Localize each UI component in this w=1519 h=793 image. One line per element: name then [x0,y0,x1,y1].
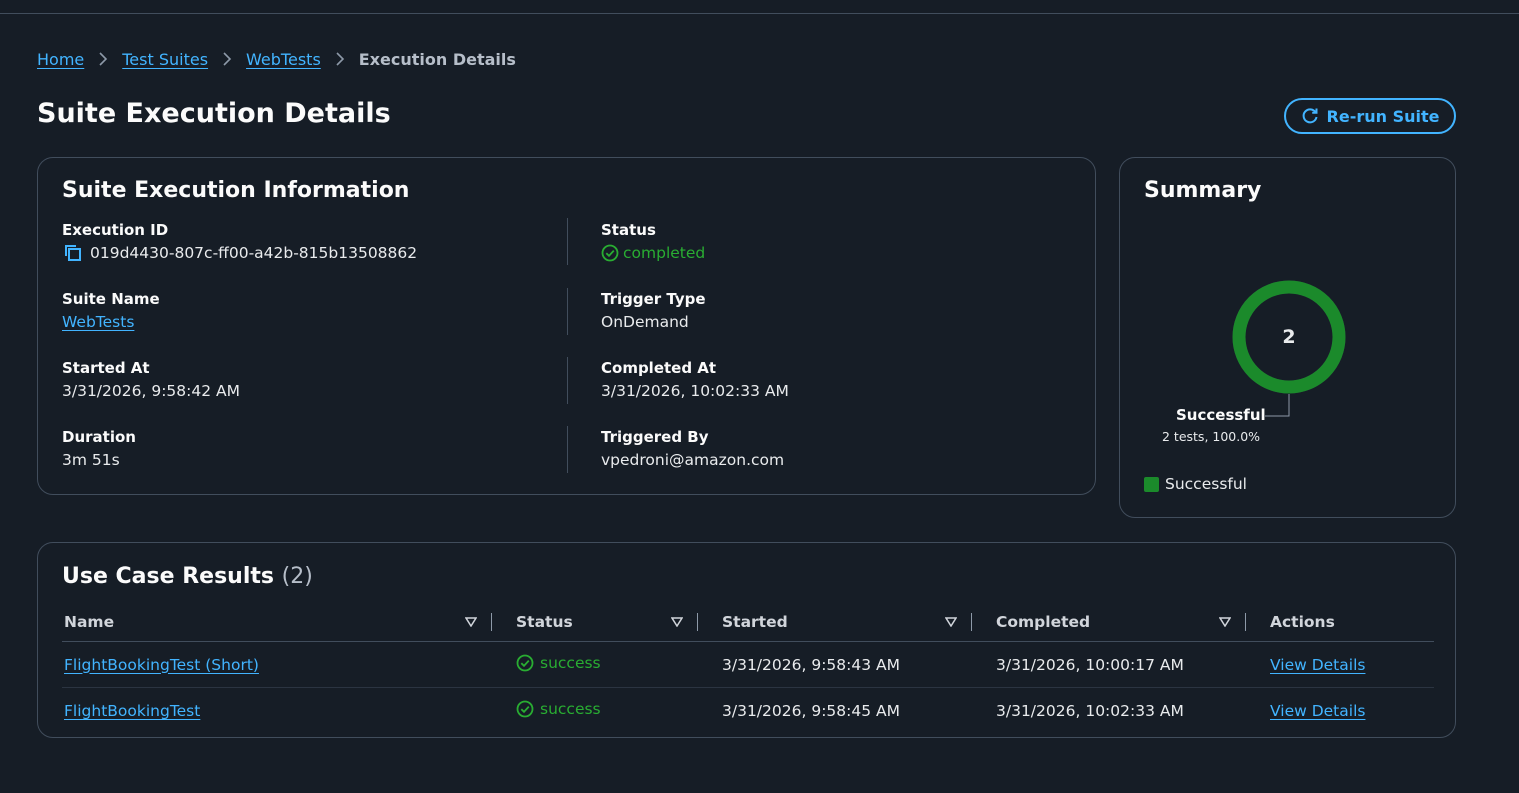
check-circle-icon [516,700,534,718]
cell-status: success [494,688,700,734]
status-text: success [540,699,601,718]
column-header-actions: Actions [1248,602,1434,642]
results-table: Name Status Started Completed Actions Fl… [62,602,1434,734]
execution-id-field: Execution ID 019d4430-807c-ff00-a42b-815… [62,219,417,265]
top-divider [0,13,1519,14]
suite-name-link[interactable]: WebTests [62,310,134,334]
column-divider [567,288,568,335]
view-details-link[interactable]: View Details [1270,702,1365,720]
chart-legend: Successful [1144,475,1247,493]
suite-name-label: Suite Name [62,290,160,308]
rerun-suite-button[interactable]: Re-run Suite [1284,98,1456,134]
chevron-right-icon [222,52,232,66]
sort-caret-icon[interactable] [671,616,683,627]
status-field: Status completed [601,219,705,265]
cell-name: FlightBookingTest [62,688,494,734]
cell-completed: 3/31/2026, 10:00:17 AM [974,641,1248,688]
column-divider [567,357,568,404]
cell-name: FlightBookingTest (Short) [62,641,494,688]
column-resizer[interactable] [1245,612,1246,631]
legend-swatch [1144,476,1159,492]
execution-info-title: Suite Execution Information [62,178,410,203]
results-count: (2) [281,564,313,589]
breadcrumb-test-suites[interactable]: Test Suites [122,50,208,69]
view-details-link[interactable]: View Details [1270,656,1365,674]
execution-id-label: Execution ID [62,221,169,239]
column-header-completed[interactable]: Completed [974,602,1248,642]
breadcrumb-webtests[interactable]: WebTests [246,50,321,69]
completed-at-field: Completed At 3/31/2026, 10:02:33 AM [601,357,789,403]
use-case-link[interactable]: FlightBookingTest [64,702,200,720]
results-title-text: Use Case Results [62,564,274,589]
column-header-started[interactable]: Started [700,602,974,642]
status-text: success [540,653,601,672]
results-title: Use Case Results (2) [62,564,313,589]
column-header-name[interactable]: Name [62,602,494,642]
execution-id-value: 019d4430-807c-ff00-a42b-815b13508862 [90,244,418,262]
cell-started: 3/31/2026, 9:58:45 AM [722,701,900,720]
breadcrumb-home[interactable]: Home [37,50,84,69]
summary-segment-label: Successful [1176,406,1266,424]
triggered-by-field: Triggered By vpedroni@amazon.com [601,426,784,472]
trigger-type-label: Trigger Type [601,290,706,308]
completed-at-value: 3/31/2026, 10:02:33 AM [601,382,789,400]
summary-segment-detail: 2 tests, 100.0% [1162,429,1261,444]
triggered-by-value: vpedroni@amazon.com [601,451,785,469]
cell-started: 3/31/2026, 9:58:43 AM [700,641,974,688]
cell-actions: View Details [1248,688,1434,734]
summary-panel: Summary 2 Successful 2 tests, 100.0% Suc… [1119,157,1456,518]
column-header-status[interactable]: Status [494,602,700,642]
trigger-type-value: OnDemand [601,313,689,331]
column-resizer[interactable] [971,612,972,631]
suite-name-field: Suite Name WebTests [62,288,160,334]
table-row: FlightBookingTest success 3/31/2026, 9:5… [62,688,1434,734]
refresh-icon [1301,107,1319,125]
execution-info-panel: Suite Execution Information Execution ID… [37,157,1096,495]
check-circle-icon [601,244,619,262]
donut-chart: 2 [1230,278,1348,396]
cell-actions: View Details [1248,641,1434,688]
sort-caret-icon[interactable] [1219,616,1231,627]
column-resizer[interactable] [491,612,492,631]
status-value: completed [623,244,706,262]
legend-label[interactable]: Successful [1165,475,1247,493]
triggered-by-label: Triggered By [601,428,709,446]
breadcrumb: Home Test Suites WebTests Execution Deta… [37,47,516,71]
summary-title: Summary [1144,178,1262,203]
page-title: Suite Execution Details [37,98,391,129]
duration-label: Duration [62,428,136,446]
cell-completed: 3/31/2026, 10:02:33 AM [996,701,1184,720]
sort-caret-icon[interactable] [945,616,957,627]
sort-caret-icon[interactable] [465,616,477,627]
copy-icon[interactable] [62,244,82,262]
completed-at-label: Completed At [601,359,717,377]
trigger-type-field: Trigger Type OnDemand [601,288,706,334]
column-divider [567,218,568,265]
cell-status: success [494,641,700,688]
use-case-link[interactable]: FlightBookingTest (Short) [64,656,259,674]
breadcrumb-current: Execution Details [358,49,516,69]
started-at-field: Started At 3/31/2026, 9:58:42 AM [62,357,240,403]
duration-field: Duration 3m 51s [62,426,136,472]
column-divider [567,426,568,473]
started-at-label: Started At [62,359,150,377]
chevron-right-icon [335,52,345,66]
column-resizer[interactable] [697,612,698,631]
started-at-value: 3/31/2026, 9:58:42 AM [62,382,240,400]
check-circle-icon [516,654,534,672]
duration-value: 3m 51s [62,451,120,469]
chevron-right-icon [98,52,108,66]
donut-total: 2 [1282,326,1296,348]
rerun-suite-label: Re-run Suite [1326,106,1440,126]
use-case-results-panel: Use Case Results (2) Name Status Started… [37,542,1456,738]
label-connector [1265,394,1290,417]
table-row: FlightBookingTest (Short) success 3/31/2… [62,641,1434,688]
status-label: Status [601,221,656,239]
